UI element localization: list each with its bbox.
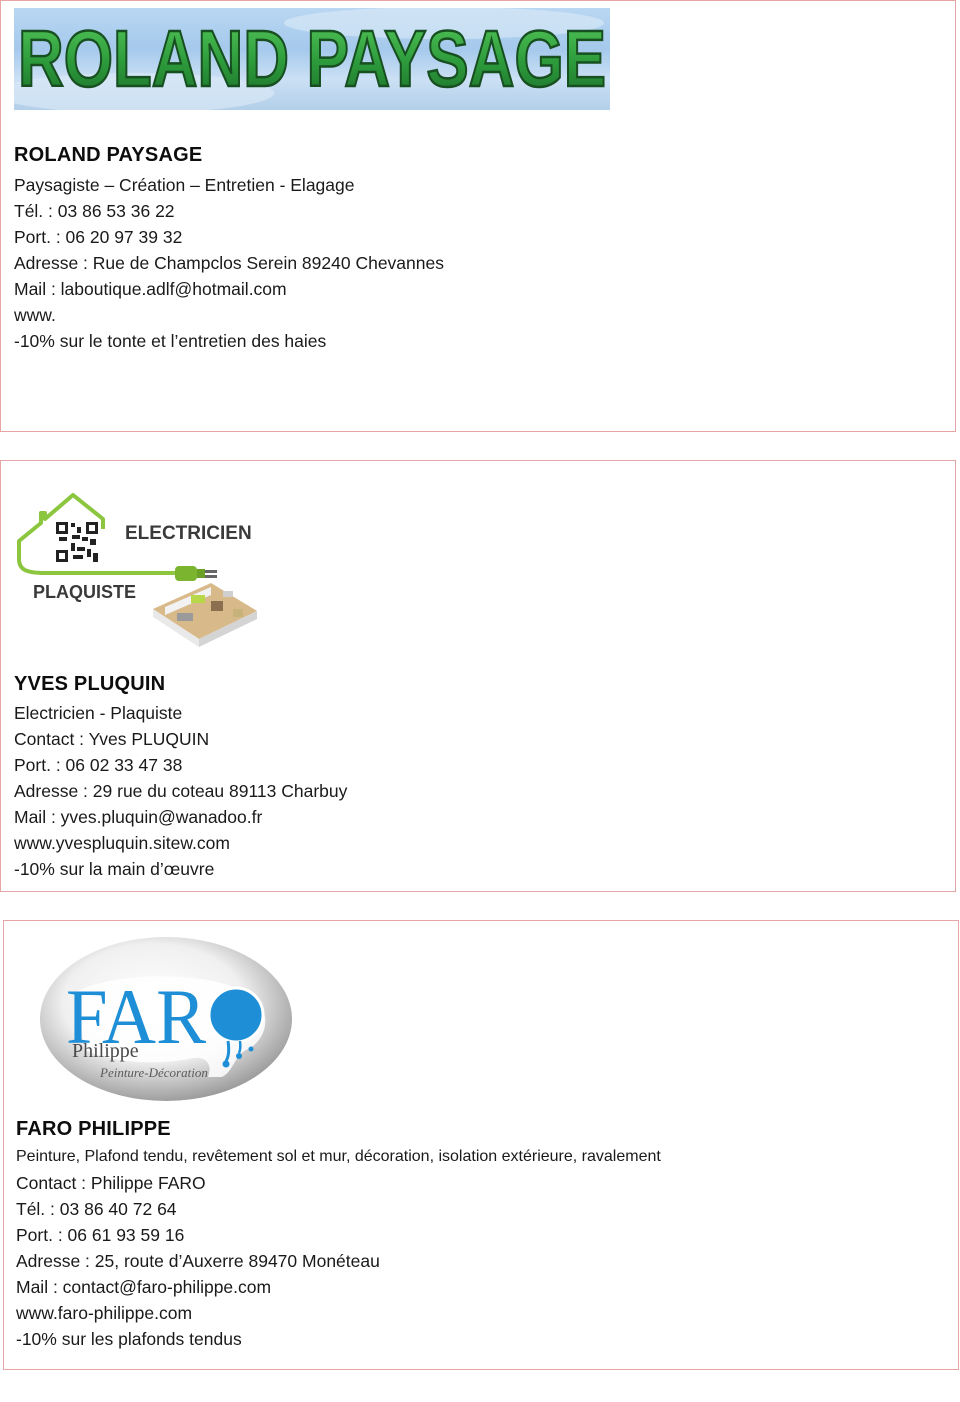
discount-line: -10% sur le tonte et l’entretien des hai… <box>14 331 327 351</box>
mobile-line: Port. : 06 20 97 39 32 <box>14 227 183 247</box>
website-line[interactable]: www.faro-philippe.com <box>16 1300 661 1326</box>
roland-paysage-logo: ROLAND PAYSAGE <box>14 8 610 110</box>
qr-code-icon <box>55 521 99 563</box>
discount-line: -10% sur les plafonds tendus <box>16 1329 242 1349</box>
faro-philippe-logo: FAR Philippe Peinture-Décoration <box>38 931 296 1103</box>
logo-plaquiste-text: PLAQUISTE <box>33 582 136 602</box>
company-name: YVES PLUQUIN <box>14 673 166 695</box>
logo-electricien-text: ELECTRICIEN <box>125 523 252 544</box>
email-line[interactable]: Mail : contact@faro-philippe.com <box>16 1274 661 1300</box>
activity-line: Paysagiste – Création – Entretien - Elag… <box>14 175 355 195</box>
website-line[interactable]: www. <box>14 302 444 328</box>
mobile-line: Port. : 06 61 93 59 16 <box>16 1225 185 1245</box>
logo-philippe-text: Philippe <box>72 1040 139 1062</box>
activity-line: Electricien - Plaquiste <box>14 703 183 723</box>
contact-line: Contact : Philippe FARO <box>16 1173 206 1193</box>
address-line: Adresse : 25, route d’Auxerre 89470 Moné… <box>16 1251 380 1271</box>
contact-details: Electricien - Plaquiste Contact : Yves P… <box>14 700 347 882</box>
business-card-yves-pluquin: ELECTRICIEN PLAQUISTE YVES PLUQUIN Elect… <box>0 460 956 892</box>
room-illustration-icon <box>153 583 257 647</box>
email-line[interactable]: Mail : yves.pluquin@wanadoo.fr <box>14 804 347 830</box>
business-card-faro-philippe: FAR Philippe Peinture-Décoration FARO PH… <box>3 920 959 1370</box>
contact-line: Contact : Yves PLUQUIN <box>14 729 210 749</box>
logo-tagline-text: Peinture-Décoration <box>99 1065 208 1080</box>
mobile-line: Port. : 06 02 33 47 38 <box>14 755 183 775</box>
phone-line: Tél. : 03 86 53 36 22 <box>14 201 175 221</box>
phone-line: Tél. : 03 86 40 72 64 <box>16 1199 177 1219</box>
contact-details: Paysagiste – Création – Entretien - Elag… <box>14 172 444 354</box>
services-line: Peinture, Plafond tendu, revêtement sol … <box>16 1148 661 1165</box>
discount-line: -10% sur la main d’œuvre <box>14 859 215 879</box>
company-name: ROLAND PAYSAGE <box>14 144 203 166</box>
address-line: Adresse : 29 rue du coteau 89113 Charbuy <box>14 781 348 801</box>
email-line[interactable]: Mail : laboutique.adlf@hotmail.com <box>14 276 444 302</box>
contact-details: Peinture, Plafond tendu, revêtement sol … <box>16 1144 661 1352</box>
logo-wordmark: ROLAND PAYSAGE <box>18 14 606 103</box>
company-name: FARO PHILIPPE <box>16 1118 171 1140</box>
address-line: Adresse : Rue de Champclos Serein 89240 … <box>14 253 444 273</box>
electricien-plaquiste-logo: ELECTRICIEN PLAQUISTE <box>15 487 260 652</box>
website-line[interactable]: www.yvespluquin.sitew.com <box>14 830 347 856</box>
business-card-roland-paysage: ROLAND PAYSAGE ROLAND PAYSAGE Paysagiste… <box>0 0 956 432</box>
